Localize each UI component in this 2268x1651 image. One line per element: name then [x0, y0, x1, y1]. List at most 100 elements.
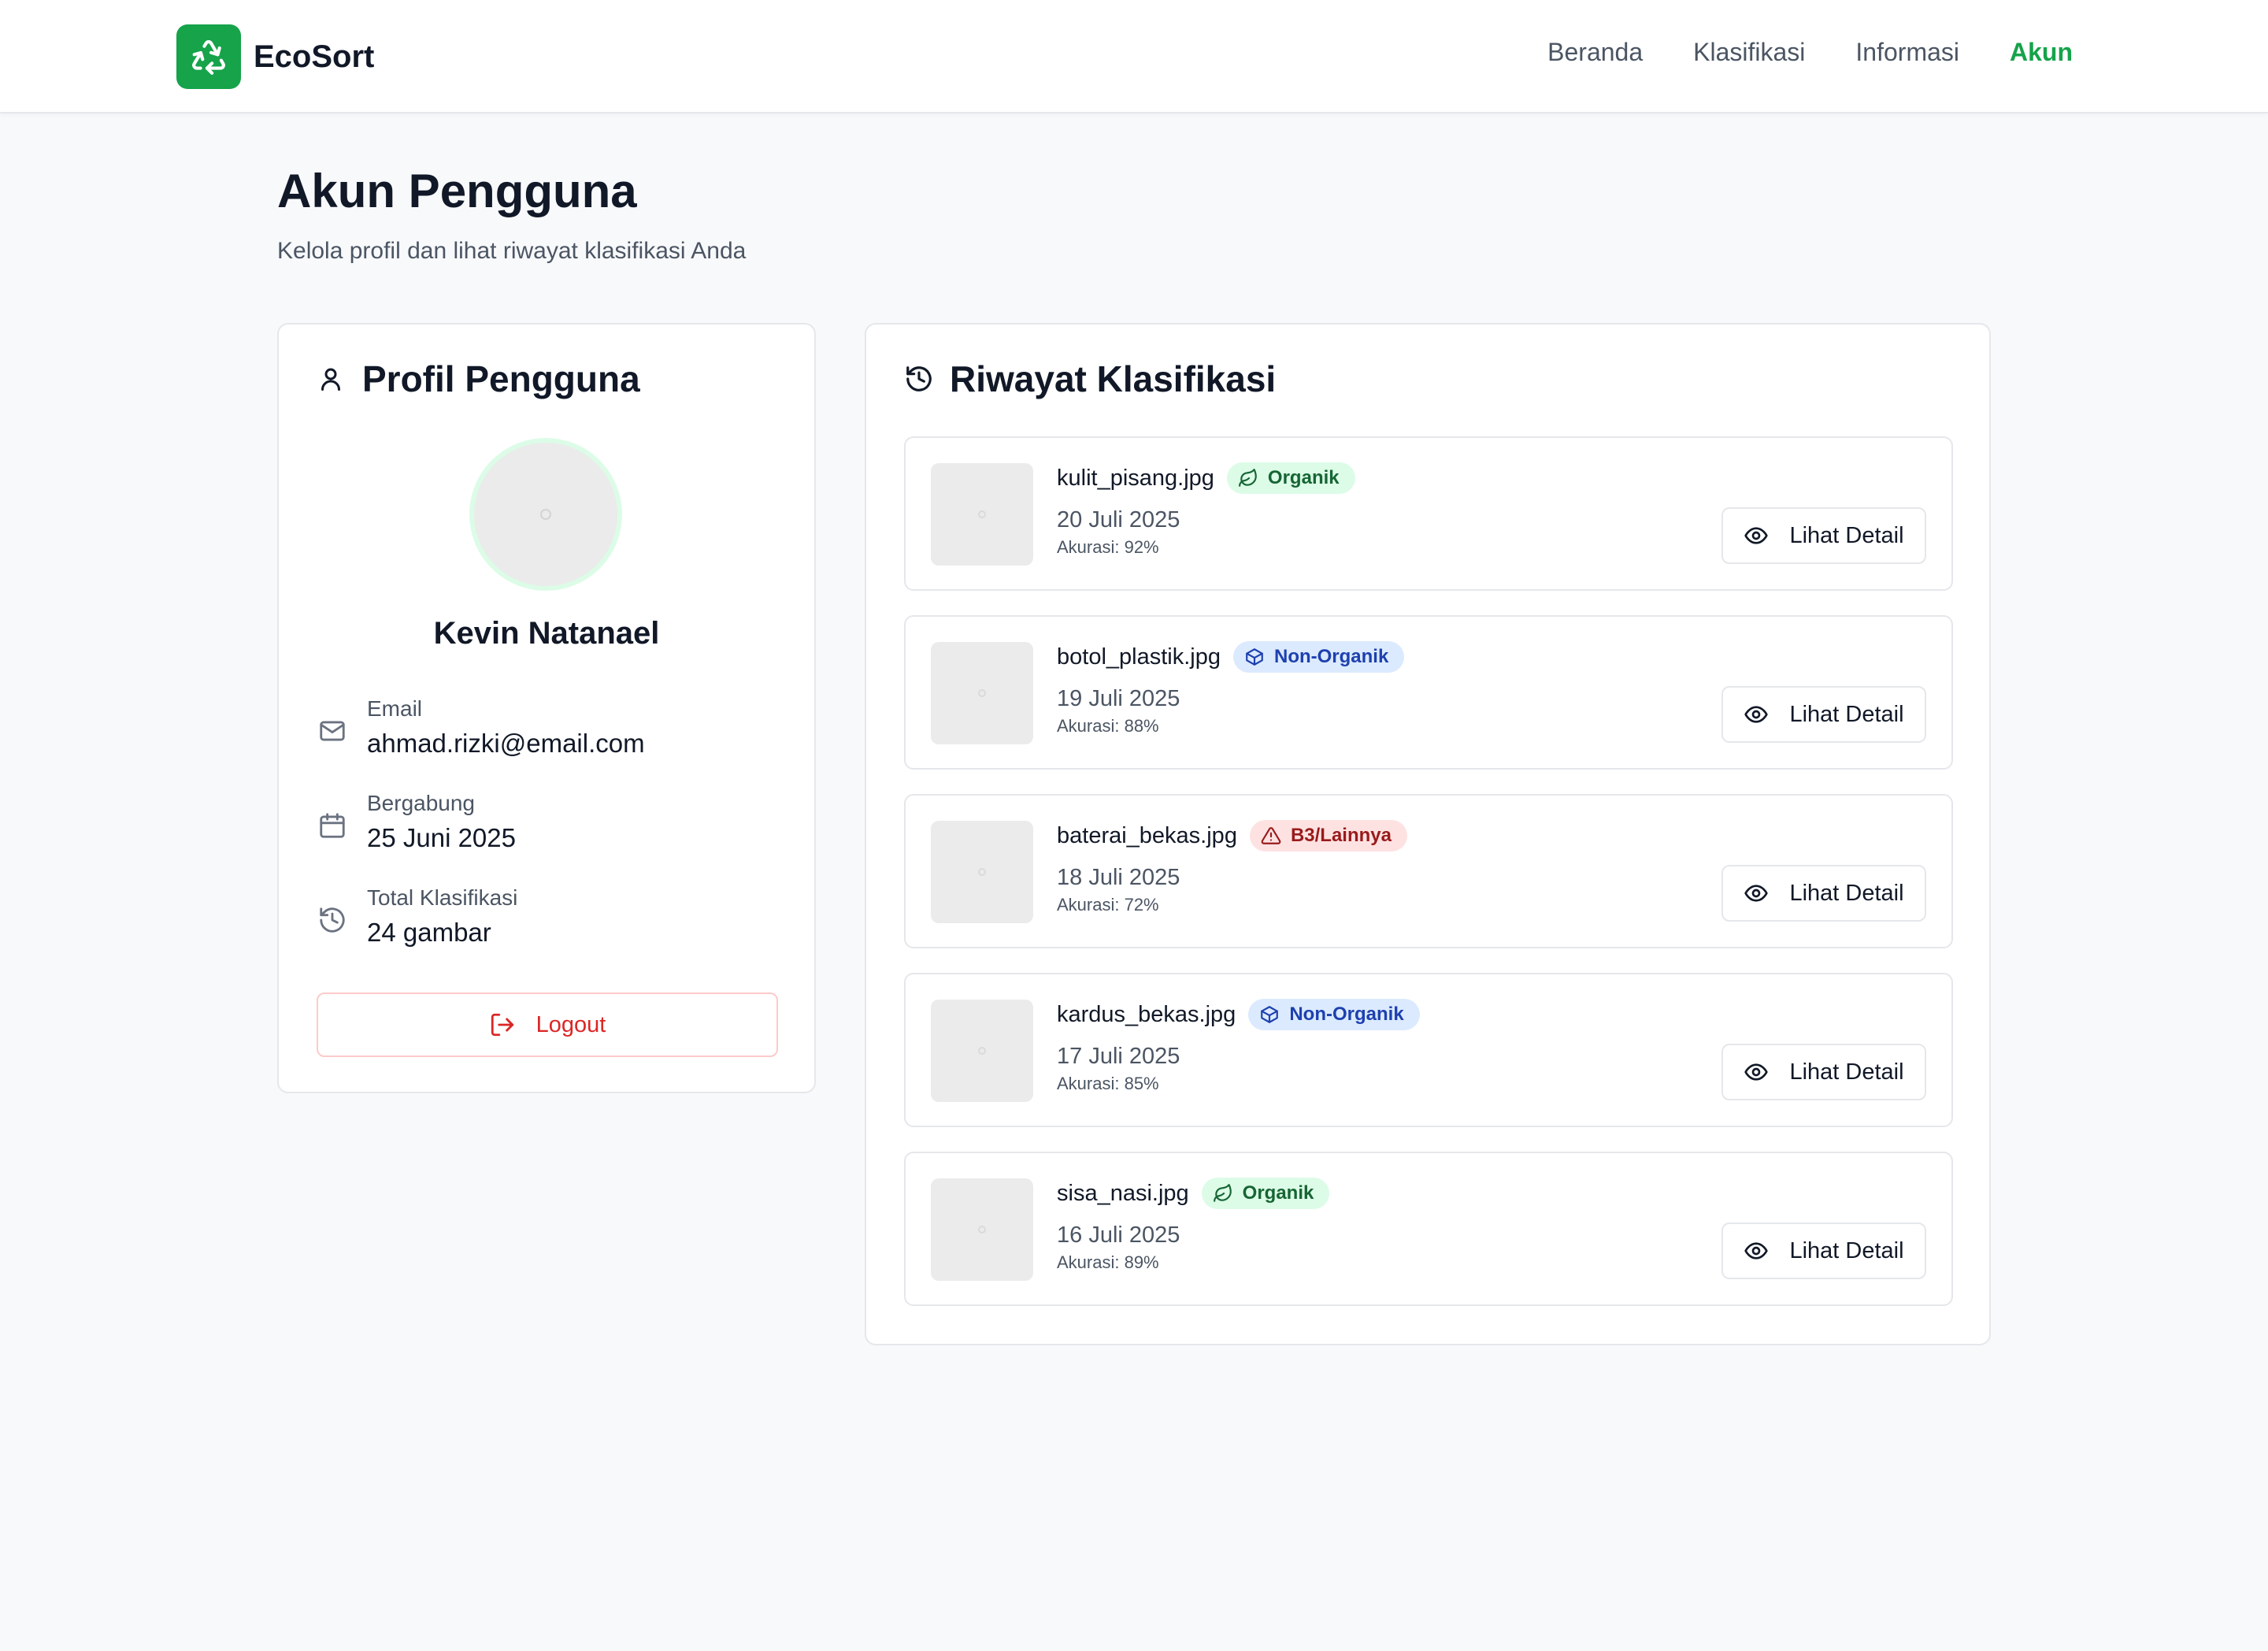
- history-icon: [904, 362, 937, 395]
- view-detail-button[interactable]: Lihat Detail: [1721, 1222, 1926, 1279]
- eye-icon: [1744, 1237, 1770, 1264]
- history-card-title: Riwayat Klasifikasi: [904, 358, 1276, 400]
- total-label: Total Klasifikasi: [367, 885, 518, 910]
- history-icon: [317, 904, 348, 936]
- history-card: Riwayat Klasifikasi kulit_pisang.jpg Orga…: [865, 323, 1991, 1345]
- category-label: Organik: [1242, 1182, 1314, 1204]
- joined-row: Bergabung 25 Juni 2025: [317, 789, 516, 857]
- box-icon: [1259, 1004, 1281, 1026]
- history-date: 19 Juli 2025: [1057, 686, 1180, 711]
- category-label: Organik: [1267, 467, 1340, 488]
- thumbnail-image: [931, 463, 1033, 566]
- joined-value: 25 Juni 2025: [367, 823, 516, 852]
- main-nav: Beranda Klasifikasi Informasi Akun: [1497, 38, 2073, 67]
- view-detail-label: Lihat Detail: [1789, 1059, 1904, 1085]
- thumbnail-image: [931, 1000, 1033, 1102]
- joined-label: Bergabung: [367, 791, 476, 815]
- brand[interactable]: EcoSort: [176, 24, 374, 89]
- view-detail-button[interactable]: Lihat Detail: [1721, 686, 1926, 743]
- view-detail-button[interactable]: Lihat Detail: [1721, 1044, 1926, 1100]
- history-filename: kardus_bekas.jpg: [1057, 1001, 1236, 1027]
- history-accuracy: Akurasi: 85%: [1057, 1074, 1159, 1093]
- history-item: kulit_pisang.jpg Organik 20 Juli 2025 Akura…: [904, 436, 1953, 591]
- history-filename: kulit_pisang.jpg: [1057, 465, 1214, 491]
- recycle-icon: [176, 24, 241, 89]
- category-label: Non-Organik: [1273, 646, 1389, 667]
- history-accuracy: Akurasi: 72%: [1057, 895, 1159, 915]
- view-detail-button[interactable]: Lihat Detail: [1721, 865, 1926, 922]
- nav-item-beranda[interactable]: Beranda: [1547, 38, 1643, 67]
- image-placeholder-icon: [978, 510, 986, 518]
- logout-button[interactable]: Logout: [317, 992, 778, 1057]
- logout-label: Logout: [536, 1011, 606, 1037]
- category-badge: Non-Organik: [1248, 999, 1420, 1030]
- category-badge: Organik: [1201, 1178, 1330, 1209]
- leaf-icon: [1238, 467, 1260, 489]
- image-placeholder-icon: [978, 868, 986, 876]
- eye-icon: [1744, 880, 1770, 907]
- total-row: Total Klasifikasi 24 gambar: [317, 884, 517, 952]
- history-item: sisa_nasi.jpg Organik 16 Juli 2025 Akurasi:…: [904, 1152, 1953, 1306]
- history-item-info: kardus_bekas.jpg Non-Organik 17 Juli 2025 A…: [1057, 998, 1420, 1094]
- top-navbar: EcoSort Beranda Klasifikasi Informasi Ak…: [0, 0, 2268, 113]
- profile-card-title: Profil Pengguna: [317, 358, 640, 400]
- profile-title-text: Profil Pengguna: [362, 358, 640, 399]
- thumbnail-image: [931, 821, 1033, 923]
- avatar-placeholder-icon: [540, 509, 551, 520]
- thumbnail-image: [931, 1178, 1033, 1281]
- history-item: baterai_bekas.jpg B3/Lainnya 18 Juli 2025 A…: [904, 794, 1953, 948]
- nav-item-klasifikasi[interactable]: Klasifikasi: [1693, 38, 1805, 67]
- nav-item-akun[interactable]: Akun: [2010, 38, 2073, 67]
- calendar-icon: [317, 810, 348, 841]
- history-date: 17 Juli 2025: [1057, 1044, 1180, 1069]
- user-icon: [317, 362, 350, 395]
- avatar: [469, 438, 622, 591]
- page-title: Akun Pengguna: [277, 165, 637, 217]
- image-placeholder-icon: [978, 1047, 986, 1055]
- mail-icon: [317, 715, 348, 747]
- history-item-info: baterai_bekas.jpg B3/Lainnya 18 Juli 2025 A…: [1057, 819, 1407, 915]
- view-detail-label: Lihat Detail: [1789, 701, 1904, 727]
- image-placeholder-icon: [978, 1226, 986, 1234]
- email-value: ahmad.rizki@email.com: [367, 729, 645, 758]
- history-filename: botol_plastik.jpg: [1057, 644, 1221, 670]
- thumbnail-image: [931, 642, 1033, 744]
- history-item: kardus_bekas.jpg Non-Organik 17 Juli 2025 A…: [904, 973, 1953, 1127]
- email-label: Email: [367, 696, 423, 721]
- view-detail-label: Lihat Detail: [1789, 1237, 1904, 1263]
- history-accuracy: Akurasi: 89%: [1057, 1252, 1159, 1272]
- category-badge: Non-Organik: [1232, 641, 1405, 673]
- warning-icon: [1261, 825, 1283, 847]
- nav-item-informasi[interactable]: Informasi: [1855, 38, 1959, 67]
- history-date: 18 Juli 2025: [1057, 865, 1180, 890]
- history-date: 20 Juli 2025: [1057, 507, 1180, 532]
- history-date: 16 Juli 2025: [1057, 1222, 1180, 1248]
- profile-card: Profil Pengguna Kevin Natanael Email ahm…: [277, 323, 816, 1093]
- category-label: Non-Organik: [1289, 1004, 1404, 1025]
- logout-icon: [489, 1011, 517, 1039]
- history-item-info: kulit_pisang.jpg Organik 20 Juli 2025 Akura…: [1057, 462, 1355, 558]
- page-subtitle: Kelola profil dan lihat riwayat klasifik…: [277, 238, 747, 264]
- history-item-info: botol_plastik.jpg Non-Organik 19 Juli 2025…: [1057, 640, 1405, 736]
- view-detail-label: Lihat Detail: [1789, 522, 1904, 548]
- history-title-text: Riwayat Klasifikasi: [950, 358, 1277, 399]
- history-item-info: sisa_nasi.jpg Organik 16 Juli 2025 Akurasi:…: [1057, 1177, 1330, 1273]
- history-filename: sisa_nasi.jpg: [1057, 1180, 1189, 1206]
- eye-icon: [1744, 1059, 1770, 1085]
- view-detail-label: Lihat Detail: [1789, 880, 1904, 906]
- box-icon: [1244, 646, 1266, 668]
- leaf-icon: [1213, 1182, 1235, 1204]
- history-accuracy: Akurasi: 92%: [1057, 537, 1159, 557]
- history-item: botol_plastik.jpg Non-Organik 19 Juli 2025…: [904, 615, 1953, 770]
- total-value: 24 gambar: [367, 918, 491, 947]
- eye-icon: [1744, 522, 1770, 549]
- category-badge: B3/Lainnya: [1249, 820, 1407, 851]
- category-label: B3/Lainnya: [1290, 825, 1392, 846]
- profile-name: Kevin Natanael: [433, 616, 660, 651]
- history-filename: baterai_bekas.jpg: [1057, 822, 1237, 848]
- category-badge: Organik: [1226, 462, 1355, 494]
- eye-icon: [1744, 701, 1770, 728]
- view-detail-button[interactable]: Lihat Detail: [1721, 507, 1926, 564]
- email-row: Email ahmad.rizki@email.com: [317, 695, 645, 762]
- image-placeholder-icon: [978, 689, 986, 697]
